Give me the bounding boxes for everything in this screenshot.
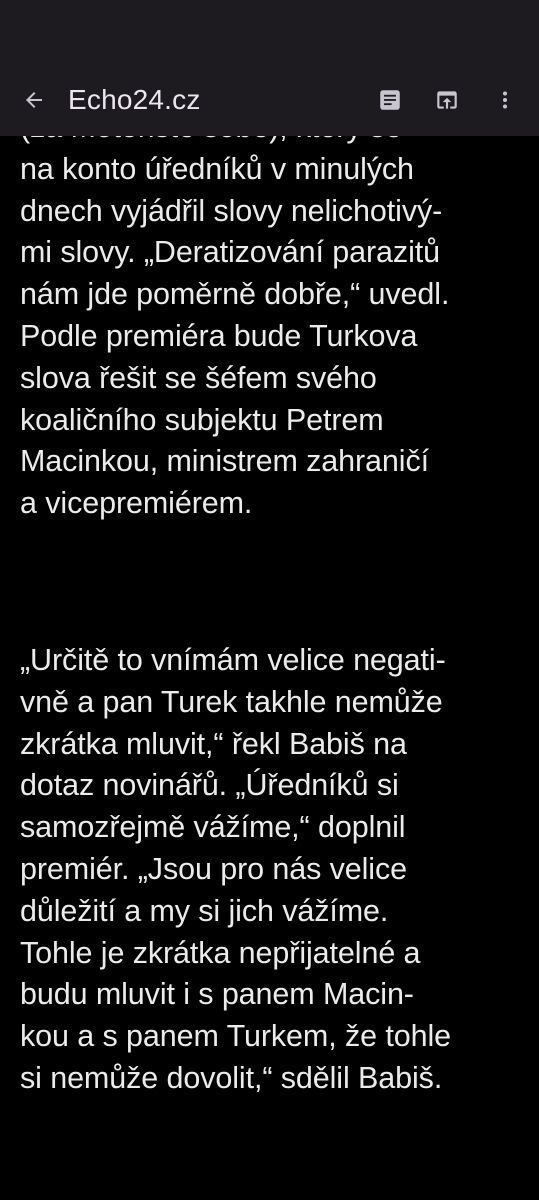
open-in-app-icon <box>437 91 457 109</box>
text-line: budu mluvit i s panem Macin- <box>20 977 414 1012</box>
status-bar <box>0 0 539 62</box>
open-in-app-button[interactable] <box>430 83 464 117</box>
article-content: (za Motoristé sobě), který se na konto ú… <box>0 0 539 1200</box>
app-bar: Echo24.cz <box>0 62 539 136</box>
reader-mode-button[interactable] <box>373 83 407 117</box>
page-title: Echo24.cz <box>68 84 201 115</box>
text-line: vně a pan Turek takhle nemůže <box>20 684 443 719</box>
text-line: kou a s panem Turkem, že tohle <box>20 1019 451 1054</box>
text-line: koaličního subjektu Petrem <box>20 402 384 437</box>
more-vert-icon <box>503 91 507 109</box>
more-options-button[interactable] <box>488 83 522 117</box>
text-line: Macinkou, ministrem zahraničí <box>20 444 429 479</box>
text-line: „Určitě to vnímám velice negati- <box>20 643 446 677</box>
article-paragraph: (za Motoristé sobě), který se na konto ú… <box>20 107 525 525</box>
text-line: premiér. „Jsou pro nás velice <box>20 851 407 886</box>
text-line: a vicepremiérem. <box>20 486 253 521</box>
text-line: nám jde poměrně dobře,“ uvedl. <box>20 277 450 312</box>
text-line: důležití a my si jich vážíme. <box>20 893 389 928</box>
text-line: na konto úředníků v minulých <box>20 151 414 186</box>
text-line: dnech vyjádřil slovy nelichotivý- <box>20 193 443 228</box>
text-line: slova řešit se šéfem svého <box>20 360 377 395</box>
text-line: dotaz novinářů. „Úředníků si <box>20 768 399 803</box>
back-button[interactable] <box>18 84 50 116</box>
text-line: si nemůže dovolit,“ sdělil Babiš. <box>20 1060 443 1095</box>
article-paragraph: „Určitě to vnímám velice negati- vně a p… <box>20 640 525 1100</box>
text-line: Podle premiéra bude Turkova <box>20 318 418 353</box>
text-line: zkrátka mluvit,“ řekl Babiš na <box>20 726 407 761</box>
text-line: mi slovy. „Deratizování parazitů <box>20 235 440 270</box>
reader-mode-icon <box>380 90 400 110</box>
text-line: samozřejmě vážíme,“ doplnil <box>20 810 406 845</box>
arrow-left-icon <box>26 92 42 108</box>
text-line: Tohle je zkrátka nepřijatelné a <box>20 935 421 970</box>
